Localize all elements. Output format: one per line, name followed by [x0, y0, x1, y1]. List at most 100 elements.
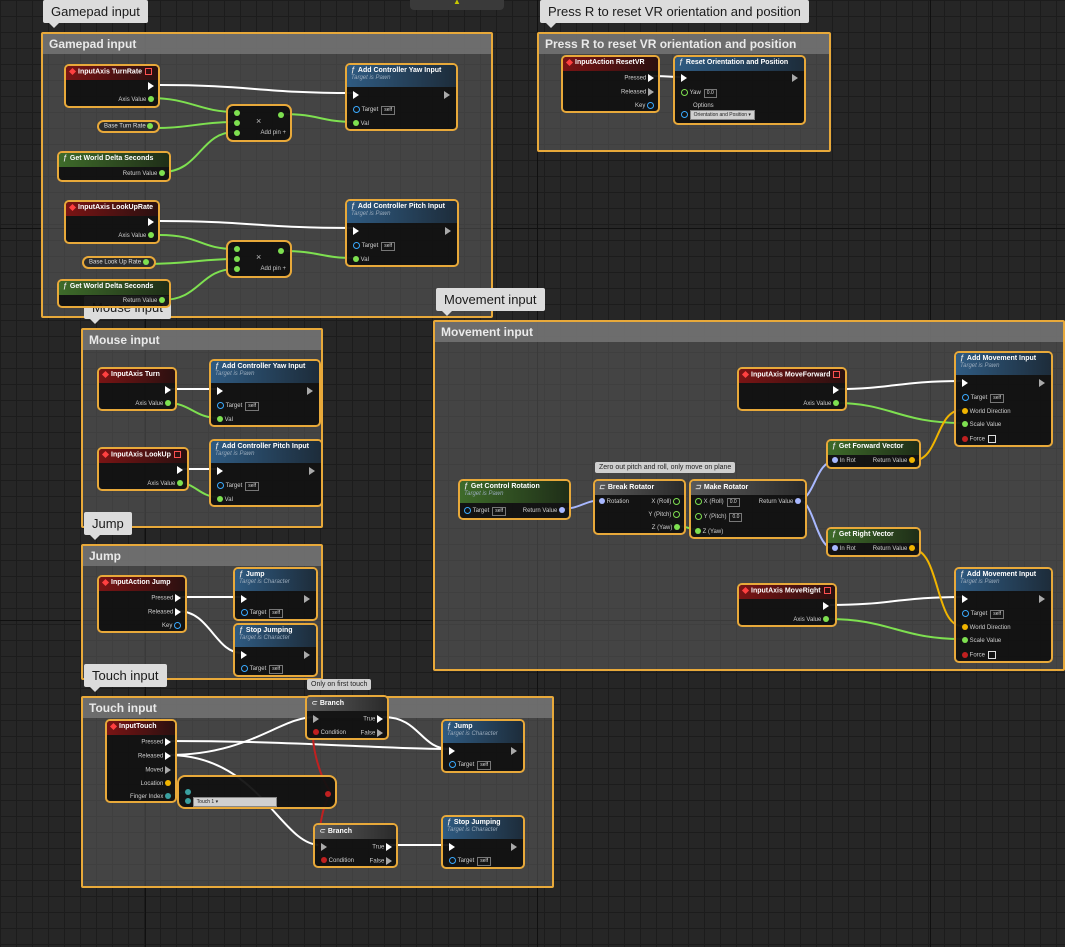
z-yaw-pin[interactable]: Z (Yaw): [695, 528, 723, 536]
pressed-pin[interactable]: Pressed: [624, 74, 654, 83]
branch-release-node[interactable]: ⊂ Branch True Condition False: [313, 823, 398, 868]
input-action-jump-node[interactable]: InputAction Jump Pressed Released Key: [97, 575, 187, 633]
target-pin[interactable]: Target self: [241, 609, 284, 619]
key-pin[interactable]: Key: [162, 622, 181, 630]
equal-enum-node[interactable]: Touch 1 ▾: [177, 775, 337, 809]
axis-value-pin[interactable]: Axis Value: [118, 232, 154, 240]
exec-in-pin[interactable]: [217, 467, 223, 476]
y-pitch-pin[interactable]: Y (Pitch) 0.0: [695, 513, 743, 523]
jump-function-node[interactable]: ƒ Jump Target is Character Target self: [441, 719, 525, 773]
touch-index-dropdown[interactable]: Touch 1 ▾: [192, 797, 277, 807]
yaw-literal[interactable]: 0.0: [703, 89, 717, 99]
true-pin[interactable]: True: [372, 843, 392, 852]
exec-in-pin[interactable]: [241, 651, 247, 660]
return-value-pin[interactable]: Return Value: [873, 545, 915, 553]
input-axis-turnrate-node[interactable]: InputAxis TurnRate Axis Value: [64, 64, 160, 108]
exec-out-pin[interactable]: [511, 747, 517, 756]
zero-out-comment[interactable]: Zero out pitch and roll, only move on pl…: [595, 462, 736, 473]
axis-value-pin[interactable]: Axis Value: [135, 400, 171, 408]
float-pin-icon[interactable]: [234, 256, 240, 262]
target-pin[interactable]: Target self: [962, 610, 1005, 620]
add-controller-yaw-input-node[interactable]: ƒ Add Controller Yaw Input Target is Pawn …: [209, 359, 321, 427]
target-pin[interactable]: Target self: [353, 106, 396, 116]
condition-pin[interactable]: Condition: [321, 857, 354, 865]
force-pin[interactable]: Force: [962, 651, 997, 660]
exec-in-pin[interactable]: [353, 227, 359, 236]
input-axis-lookuprate-node[interactable]: InputAxis LookUpRate Axis Value: [64, 200, 160, 244]
jump-comment-bubble[interactable]: Jump: [84, 512, 132, 540]
axis-value-pin[interactable]: Axis Value: [118, 96, 154, 104]
input-axis-turn-node[interactable]: InputAxis Turn Axis Value: [97, 367, 177, 411]
bool-out-pin[interactable]: [325, 791, 331, 799]
gamepad-comment-bubble[interactable]: Gamepad input: [43, 0, 148, 28]
base-lookup-rate-variable[interactable]: Base Look Up Rate: [82, 256, 156, 269]
break-rotator-node[interactable]: ⊏ Break Rotator Rotation X (Roll) Y (Pitc…: [593, 479, 686, 535]
val-pin[interactable]: Val: [353, 256, 369, 264]
val-pin[interactable]: Val: [217, 416, 233, 424]
input-touch-node[interactable]: InputTouch Pressed Released Moved Locati…: [105, 719, 177, 803]
moved-pin[interactable]: Moved: [145, 766, 171, 775]
delegate-pin[interactable]: [833, 371, 841, 378]
exec-out-pin[interactable]: [177, 466, 183, 475]
return-value-pin[interactable]: Return Value: [123, 170, 165, 178]
exec-out-pin[interactable]: [833, 386, 839, 395]
target-pin[interactable]: Target self: [962, 394, 1005, 404]
base-turn-rate-variable[interactable]: Base Turn Rate: [97, 120, 161, 133]
pressed-pin[interactable]: Pressed: [141, 738, 171, 747]
target-pin[interactable]: Target self: [449, 761, 492, 771]
add-controller-pitch-input-node[interactable]: ƒ Add Controller Pitch Input Target is Paw…: [345, 199, 459, 267]
return-value-pin[interactable]: Return Value: [123, 297, 165, 305]
exec-out-pin[interactable]: [165, 386, 171, 395]
in-rot-pin[interactable]: In Rot: [832, 457, 856, 465]
delegate-pin[interactable]: [145, 68, 153, 75]
top-toolbar-tab[interactable]: ▲: [410, 0, 504, 10]
rotation-pin[interactable]: Rotation: [599, 498, 629, 506]
add-movement-input-forward-node[interactable]: ƒ Add Movement Input Target is Pawn Target…: [954, 351, 1053, 447]
exec-in-pin[interactable]: [962, 379, 968, 388]
input-axis-lookup-node[interactable]: InputAxis LookUp Axis Value: [97, 447, 189, 491]
stop-jumping-node[interactable]: ƒ Stop Jumping Target is Character Target s…: [441, 815, 525, 869]
movement-comment-bubble[interactable]: Movement input: [436, 288, 545, 316]
yaw-pin[interactable]: Yaw 0.0: [681, 89, 717, 99]
scale-value-pin[interactable]: Scale Value: [962, 421, 1001, 429]
float-pin-icon[interactable]: [234, 110, 240, 116]
reset-vr-comment-bubble[interactable]: Press R to reset VR orientation and posi…: [540, 0, 809, 28]
exec-in-pin[interactable]: [321, 843, 327, 852]
delegate-pin[interactable]: [823, 587, 831, 594]
false-pin[interactable]: False: [370, 857, 392, 866]
input-action-resetvr-node[interactable]: InputAction ResetVR Pressed Released Key: [561, 55, 660, 113]
world-direction-pin[interactable]: World Direction: [962, 624, 1011, 632]
exec-in-pin[interactable]: [241, 595, 247, 604]
exec-out-pin[interactable]: [511, 843, 517, 852]
return-value-pin[interactable]: Return Value: [759, 498, 801, 506]
in-rot-pin[interactable]: In Rot: [832, 545, 856, 553]
return-value-pin[interactable]: Return Value: [523, 507, 565, 515]
exec-in-pin[interactable]: [313, 715, 319, 724]
float-pin-icon[interactable]: [234, 130, 240, 136]
force-checkbox[interactable]: [988, 651, 997, 659]
enum-b-pin[interactable]: Touch 1 ▾: [185, 797, 277, 807]
get-world-delta-seconds-node[interactable]: ƒ Get World Delta Seconds Return Value: [57, 151, 171, 182]
exec-out-pin[interactable]: [148, 218, 154, 227]
multiply-node[interactable]: × Add pin +: [226, 240, 292, 278]
exec-out-pin[interactable]: [823, 602, 829, 611]
location-pin[interactable]: Location: [141, 780, 171, 788]
force-pin[interactable]: Force: [962, 435, 997, 444]
enum-a-pin[interactable]: [185, 789, 191, 797]
options-pin[interactable]: Orientation and Position ▾: [681, 110, 755, 120]
float-pin-icon[interactable]: [278, 248, 284, 254]
finger-index-pin[interactable]: Finger Index: [130, 793, 171, 801]
exec-out-pin[interactable]: [792, 74, 798, 83]
add-controller-pitch-input-node[interactable]: ƒ Add Controller Pitch Input Target is Paw…: [209, 439, 323, 507]
pressed-pin[interactable]: Pressed: [151, 594, 181, 603]
add-pin-button[interactable]: Add pin +: [260, 130, 286, 136]
branch-first-touch-node[interactable]: ⊂ Branch True Condition False: [305, 695, 389, 740]
scale-value-pin[interactable]: Scale Value: [962, 637, 1001, 645]
exec-in-pin[interactable]: [681, 74, 687, 83]
input-axis-moveforward-node[interactable]: InputAxis MoveForward Axis Value: [737, 367, 847, 411]
x-literal[interactable]: 0.0: [726, 498, 740, 508]
exec-out-pin[interactable]: [148, 82, 154, 91]
force-checkbox[interactable]: [988, 435, 997, 443]
add-movement-input-right-node[interactable]: ƒ Add Movement Input Target is Pawn Target…: [954, 567, 1053, 663]
axis-value-pin[interactable]: Axis Value: [793, 616, 829, 624]
